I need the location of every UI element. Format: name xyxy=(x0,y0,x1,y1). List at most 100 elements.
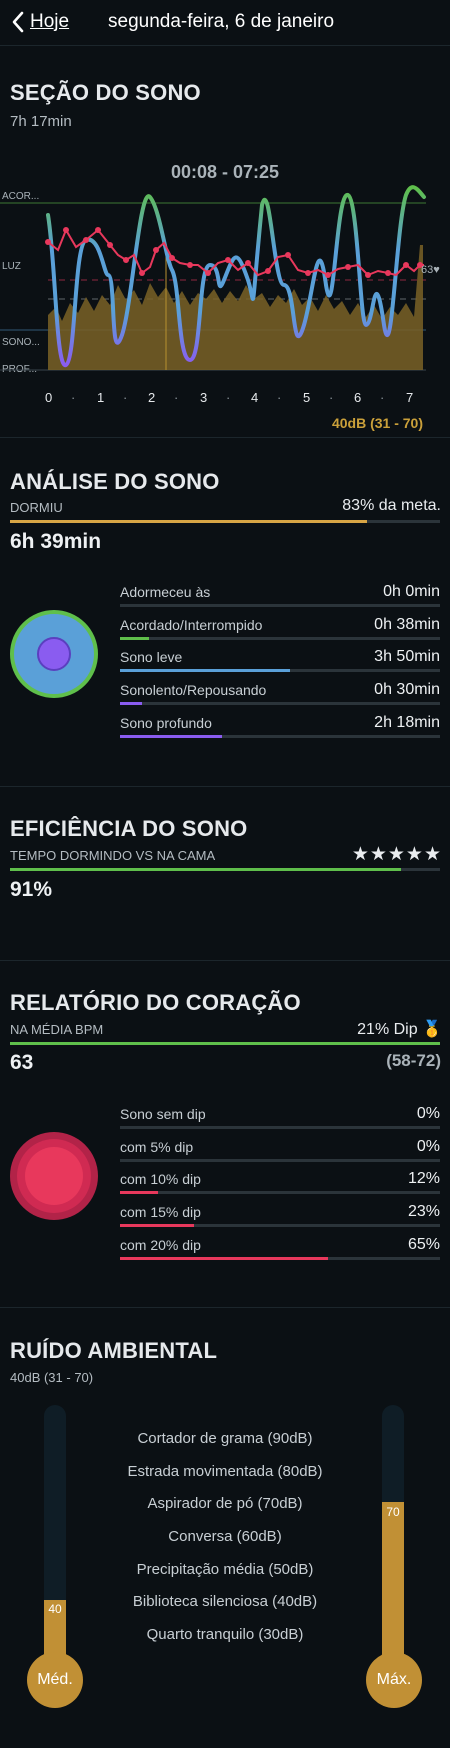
slept-value: 6h 39min xyxy=(10,530,102,553)
stage-value: 3h 50min xyxy=(374,648,440,666)
dip-label: com 15% dip xyxy=(120,1204,201,1221)
dip-label: com 5% dip xyxy=(120,1138,194,1155)
stage-value: 0h 0min xyxy=(383,583,440,600)
goal-text: 83% da meta. xyxy=(342,497,441,514)
noise-reference: Cortador de grama (90dB) xyxy=(137,1430,313,1447)
x-tick: 5 xyxy=(303,390,311,405)
heart-dip-row: com 15% dip 23% xyxy=(120,1202,440,1234)
stage-value: 0h 38min xyxy=(374,615,440,633)
stage-bar-fill xyxy=(120,734,223,738)
stage-value: 2h 18min xyxy=(374,713,440,731)
noise-subtitle: 40dB (31 - 70) xyxy=(10,1370,94,1385)
dip-bar xyxy=(120,1224,440,1228)
stage-bar xyxy=(120,702,440,706)
rating-stars: ★★★★★ xyxy=(351,844,442,865)
dip-bar-fill xyxy=(120,1191,159,1195)
noise-reference: Estrada movimentada (80dB) xyxy=(127,1463,323,1480)
noise-reference: Biblioteca silenciosa (40dB) xyxy=(132,1593,318,1610)
top-bar: Hoje segunda-feira, 6 de janeiro xyxy=(0,0,450,46)
divider xyxy=(0,1307,450,1308)
dip-bar xyxy=(120,1126,440,1129)
session-duration: 7h 17min xyxy=(10,113,72,130)
dip-bar xyxy=(120,1191,440,1195)
x-tick: 4 xyxy=(251,390,259,405)
heart-bar xyxy=(10,1042,440,1045)
goal-bar-fill xyxy=(10,520,367,523)
x-tick: 1 xyxy=(97,390,105,405)
bpm-range: (58-72) xyxy=(386,1051,441,1070)
noise-reference: Conversa (60dB) xyxy=(168,1528,282,1545)
noise-reference: Quarto tranquilo (30dB) xyxy=(146,1626,304,1643)
dip-value: 0% xyxy=(416,1105,440,1122)
hr-marker: 63♥ xyxy=(421,264,440,276)
stage-bar xyxy=(120,604,440,607)
sleep-session-chart[interactable] xyxy=(0,185,450,385)
stage-value: 0h 30min xyxy=(374,681,440,699)
goal-bar xyxy=(10,520,440,523)
divider xyxy=(0,786,450,787)
heart-subtitle: NA MÉDIA BPM xyxy=(10,1022,104,1037)
dip-value: 0% xyxy=(416,1137,440,1155)
stage-bar-fill xyxy=(120,636,149,640)
stage-bar-fill xyxy=(120,702,143,706)
dip-bar xyxy=(120,1158,440,1162)
stage-label: Sonolento/Repousando xyxy=(120,682,267,699)
dip-value: 65% xyxy=(407,1235,440,1253)
noise-reference: Precipitação média (50dB) xyxy=(136,1561,314,1578)
dip-bar-fill xyxy=(120,1224,194,1228)
x-tick: 2 xyxy=(148,390,156,405)
heart-dip-row: Sono sem dip 0% xyxy=(120,1104,440,1136)
back-button[interactable]: Hoje xyxy=(10,10,69,34)
efficiency-bar-fill xyxy=(10,868,402,871)
sleep-stage-row: Adormeceu às 0h 0min xyxy=(120,582,440,614)
sleep-stage-row: Sonolento/Repousando 0h 30min xyxy=(120,680,440,712)
dip-summary: 21% Dip 🥇 xyxy=(357,1019,442,1039)
x-tick-dot: · xyxy=(277,390,282,405)
x-tick-dot: · xyxy=(329,390,334,405)
x-tick: 0 xyxy=(45,390,53,405)
x-tick-dot: · xyxy=(123,390,128,405)
heart-title: RELATÓRIO DO CORAÇÃO xyxy=(10,990,301,1015)
stage-bar xyxy=(120,636,440,640)
stage-bar-fill xyxy=(120,669,290,673)
x-tick-dot: · xyxy=(71,390,76,405)
noise-reference: Aspirador de pó (70dB) xyxy=(147,1495,303,1512)
session-title: SEÇÃO DO SONO xyxy=(10,80,201,105)
heart-dip-ring-icon xyxy=(10,1132,98,1220)
stage-bar xyxy=(120,669,440,673)
dip-label: com 10% dip xyxy=(120,1171,201,1188)
dip-value: 23% xyxy=(407,1203,440,1221)
max-noise-bulb: Máx. xyxy=(366,1652,422,1708)
dip-bar xyxy=(120,1256,440,1260)
stage-label: Acordado/Interrompido xyxy=(120,616,263,633)
back-label: Hoje xyxy=(30,11,70,32)
sleep-stage-row: Acordado/Interrompido 0h 38min xyxy=(120,615,440,647)
heart-dip-row: com 20% dip 65% xyxy=(120,1235,440,1267)
stage-bar xyxy=(120,734,440,738)
slept-label: DORMIU xyxy=(10,500,63,515)
heart-dip-row: com 10% dip 12% xyxy=(120,1169,440,1201)
medal-icon: 🥇 xyxy=(422,1021,442,1038)
sleep-stage-row: Sono leve 3h 50min xyxy=(120,647,440,679)
x-tick: 7 xyxy=(406,390,414,405)
efficiency-value: 91% xyxy=(10,878,53,901)
x-tick: 6 xyxy=(354,390,362,405)
stage-label: Sono profundo xyxy=(120,714,212,731)
analysis-title: ANÁLISE DO SONO xyxy=(10,469,220,494)
dip-value: 12% xyxy=(407,1170,440,1188)
stage-label: Adormeceu às xyxy=(120,584,211,600)
session-time-range: 00:08 - 07:25 xyxy=(170,162,280,182)
stage-label: Sono leve xyxy=(120,649,183,666)
chevron-left-icon xyxy=(12,11,24,33)
efficiency-title: EFICIÊNCIA DO SONO xyxy=(10,816,248,841)
bpm-value: 63 xyxy=(10,1051,34,1074)
efficiency-bar xyxy=(10,868,440,871)
dip-label: Sono sem dip xyxy=(120,1106,206,1122)
divider xyxy=(0,960,450,961)
dip-text: 21% Dip xyxy=(357,1021,418,1038)
efficiency-subtitle: TEMPO DORMINDO VS NA CAMA xyxy=(10,848,216,863)
sleep-stage-ring-icon xyxy=(10,610,98,698)
avg-noise-bulb: Méd. xyxy=(27,1652,83,1708)
x-tick: 3 xyxy=(200,390,208,405)
dip-bar-fill xyxy=(120,1256,328,1260)
